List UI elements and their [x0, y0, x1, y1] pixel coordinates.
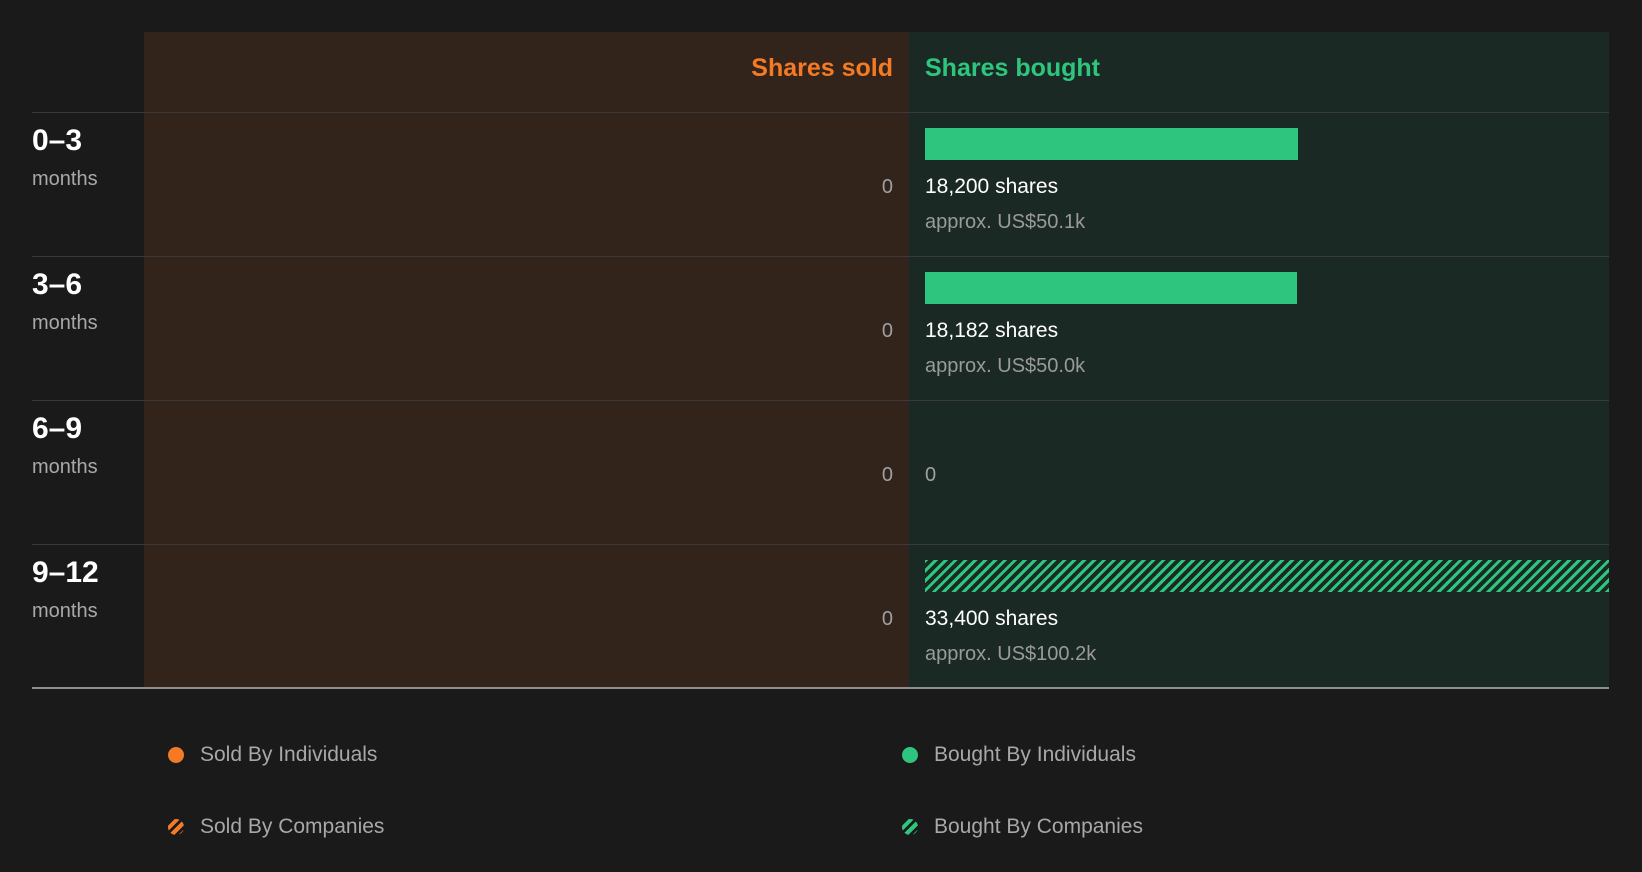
- legend-swatch-icon: [168, 819, 184, 835]
- row-unit-label: months: [32, 168, 98, 190]
- row-divider: [32, 112, 1609, 113]
- bought-bar: [925, 272, 1297, 304]
- bought-bar: [925, 128, 1298, 160]
- sold-value-label: 0: [881, 176, 893, 198]
- row-label: 3–6 months: [32, 268, 98, 335]
- row-unit-label: months: [32, 600, 98, 622]
- legend-swatch-icon: [168, 747, 184, 763]
- legend-item: Sold By Companies: [168, 815, 384, 839]
- legend-label: Sold By Individuals: [200, 743, 378, 766]
- shares-sold-header: Shares sold: [751, 54, 893, 82]
- row-range-label: 9–12: [32, 556, 99, 589]
- bought-value-label: approx. US$50.0k: [925, 355, 1086, 377]
- bought-zero-label: 0: [925, 464, 937, 486]
- legend-item: Bought By Companies: [902, 815, 1143, 839]
- legend-item: Bought By Individuals: [902, 743, 1136, 767]
- row-range-label: 0–3: [32, 124, 83, 157]
- row-range-label: 3–6: [32, 268, 83, 301]
- legend-label: Sold By Companies: [200, 815, 385, 838]
- sold-value-label: 0: [881, 464, 893, 486]
- bought-bar: [925, 560, 1609, 592]
- row-label: 6–9 months: [32, 412, 98, 479]
- bought-value-label: approx. US$100.2k: [925, 643, 1097, 665]
- row-range-label: 6–9: [32, 412, 83, 445]
- row-divider: [32, 544, 1609, 545]
- sold-value-label: 0: [881, 320, 893, 342]
- row-unit-label: months: [32, 456, 98, 478]
- chart-baseline: [32, 687, 1609, 689]
- shares-bought-header: Shares bought: [925, 54, 1101, 82]
- row-label: 9–12 months: [32, 556, 99, 623]
- bought-shares-label: 18,182 shares: [925, 319, 1059, 342]
- bought-value-label: approx. US$50.1k: [925, 211, 1086, 233]
- bought-shares-label: 33,400 shares: [925, 607, 1059, 630]
- bought-shares-label: 18,200 shares: [925, 175, 1059, 198]
- insider-trading-chart: Shares sold Shares bought 0–3 months 0 18,2…: [0, 0, 1642, 872]
- legend-swatch-icon: [902, 747, 918, 763]
- legend-label: Bought By Companies: [934, 815, 1143, 838]
- row-divider: [32, 400, 1609, 401]
- legend-swatch-icon: [902, 819, 918, 835]
- shares-sold-panel: [144, 32, 909, 687]
- legend-item: Sold By Individuals: [168, 743, 377, 767]
- row-divider: [32, 256, 1609, 257]
- row-label: 0–3 months: [32, 124, 98, 191]
- legend-label: Bought By Individuals: [934, 743, 1136, 766]
- sold-value-label: 0: [881, 608, 893, 630]
- row-unit-label: months: [32, 312, 98, 334]
